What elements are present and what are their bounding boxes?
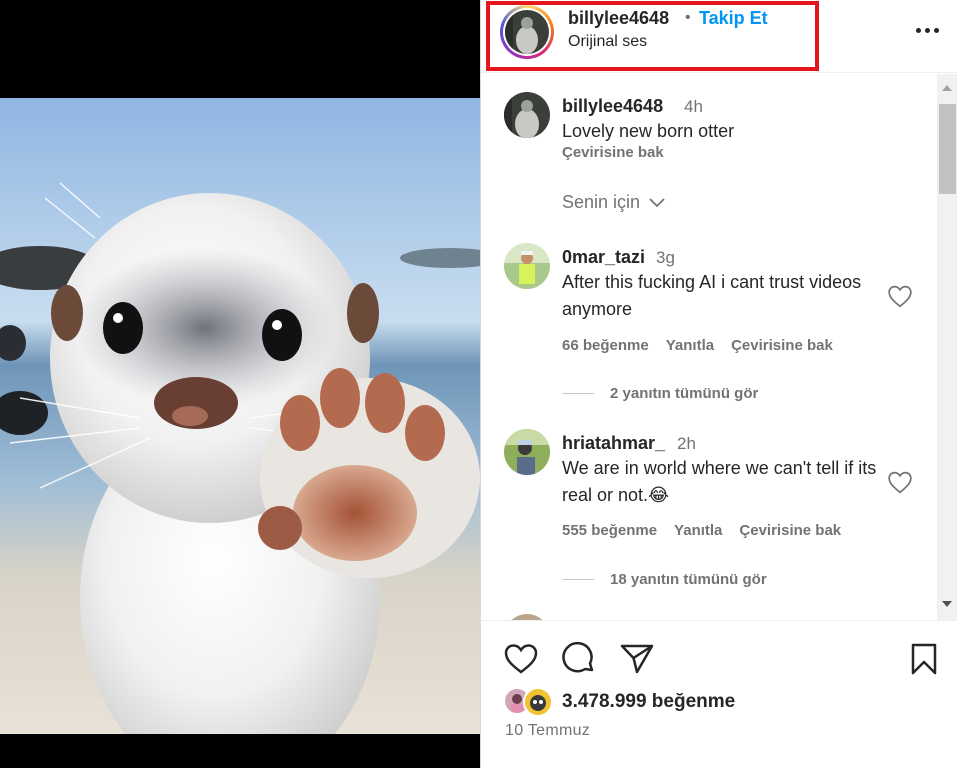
comment-time: 2h xyxy=(677,434,696,453)
replies-divider xyxy=(562,393,594,394)
chevron-down-icon xyxy=(649,197,665,207)
caption-text: Lovely new born otter xyxy=(562,121,735,141)
paper-plane-icon[interactable] xyxy=(619,641,655,677)
comment-meta: 66 beğenme Yanıtla Çevirisine bak xyxy=(562,337,833,354)
comment-avatar[interactable] xyxy=(504,429,550,475)
liker-avatar xyxy=(523,687,553,717)
comment-sort-dropdown[interactable]: Senin için xyxy=(562,192,666,213)
sort-label: Senin için xyxy=(562,192,641,212)
author-username[interactable]: billylee4648 xyxy=(568,8,669,29)
comment-likes-count[interactable]: 66 beğenme xyxy=(562,337,649,354)
comment-translate-link[interactable]: Çevirisine bak xyxy=(731,337,833,354)
post-sidebar: billylee4648 • Takip Et Orijinal ses bil… xyxy=(480,0,957,768)
caption-username[interactable]: billylee4648 xyxy=(562,96,663,117)
caption-time: 4h xyxy=(684,97,703,116)
comment-likes-count[interactable]: 555 beğenme xyxy=(562,522,657,539)
comment-reply-button[interactable]: Yanıtla xyxy=(674,522,722,539)
replies-divider xyxy=(562,579,594,580)
comment-like-heart-icon[interactable] xyxy=(887,470,913,494)
comment-bubble-icon[interactable] xyxy=(561,641,597,677)
comment-time: 3g xyxy=(656,248,675,267)
comment-like-heart-icon[interactable] xyxy=(887,284,913,308)
comment-meta: 555 beğenme Yanıtla Çevirisine bak xyxy=(562,522,841,539)
comment-username[interactable]: 0mar_tazi xyxy=(562,247,645,268)
caption-translate-link[interactable]: Çevirisine bak xyxy=(562,144,664,161)
scroll-thumb[interactable] xyxy=(939,104,956,194)
post-header: billylee4648 • Takip Et Orijinal ses xyxy=(481,0,957,73)
post-date[interactable]: 10 Temmuz xyxy=(505,722,590,740)
view-replies-button[interactable]: 2 yanıtın tümünü gör xyxy=(562,385,758,402)
comment-avatar[interactable] xyxy=(504,243,550,289)
post-media[interactable] xyxy=(0,0,480,768)
heart-icon[interactable] xyxy=(503,641,539,677)
comment-reply-button[interactable]: Yanıtla xyxy=(666,337,714,354)
likes-count[interactable]: 3.478.999 beğenme xyxy=(562,691,735,713)
comment-text: We are in world where we can't tell if i… xyxy=(562,458,877,505)
author-avatar[interactable] xyxy=(505,10,549,54)
post-actions: 3.478.999 beğenme 10 Temmuz xyxy=(481,620,957,768)
scroll-down-arrow-icon[interactable] xyxy=(942,601,952,607)
more-options-icon[interactable] xyxy=(909,18,945,42)
comment-translate-link[interactable]: Çevirisine bak xyxy=(739,522,841,539)
comments-list[interactable]: billylee4648 4h Lovely new born otter Çe… xyxy=(481,74,957,620)
liker-avatars[interactable] xyxy=(503,687,559,717)
scroll-up-arrow-icon[interactable] xyxy=(942,85,952,91)
view-replies-button[interactable]: 18 yanıtın tümünü gör xyxy=(562,571,767,588)
comments-scrollbar[interactable] xyxy=(937,74,957,620)
otter-video[interactable] xyxy=(0,98,480,734)
follow-button[interactable]: Takip Et xyxy=(699,8,768,29)
original-audio-link[interactable]: Orijinal ses xyxy=(568,33,647,51)
bookmark-icon[interactable] xyxy=(906,641,942,677)
comment-text: After this fucking AI i cant trust video… xyxy=(562,272,862,319)
view-replies-label: 18 yanıtın tümünü gör xyxy=(610,571,767,588)
caption-avatar[interactable] xyxy=(504,92,550,138)
comment-username[interactable]: hriatahmar_ xyxy=(562,433,665,454)
separator-dot: • xyxy=(685,9,691,26)
otter-image xyxy=(0,98,480,734)
view-replies-label: 2 yanıtın tümünü gör xyxy=(610,385,759,402)
